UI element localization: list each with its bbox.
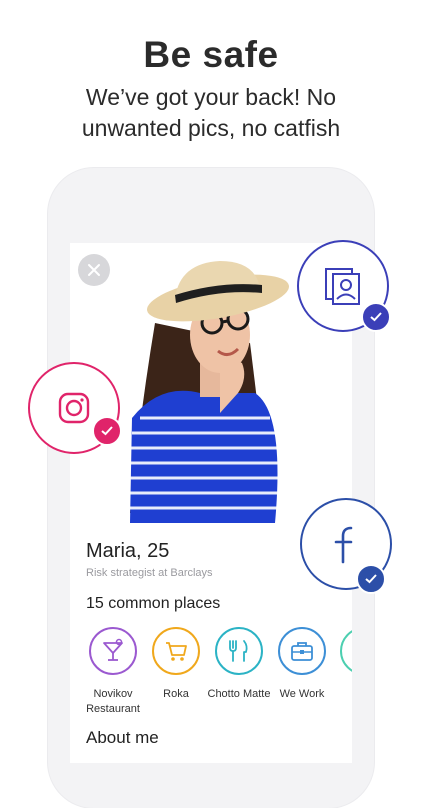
fork-knife-icon bbox=[229, 640, 248, 662]
close-button[interactable] bbox=[78, 254, 110, 286]
place-label-line1: Novikov bbox=[93, 688, 133, 700]
place-circle[interactable] bbox=[152, 627, 200, 675]
checkmark-icon bbox=[101, 426, 113, 436]
checkmark-icon bbox=[365, 574, 377, 584]
place-item-chotto-matte[interactable]: Chotto Matte bbox=[203, 627, 275, 702]
profile-card[interactable]: Maria, 25 Risk strategist at Barclays 15… bbox=[70, 243, 352, 763]
place-item-partial[interactable] bbox=[340, 627, 352, 675]
common-places-heading: 15 common places bbox=[86, 595, 221, 612]
about-me-heading: About me bbox=[86, 728, 159, 747]
facebook-verified-badge bbox=[300, 498, 392, 594]
place-circle[interactable] bbox=[215, 627, 263, 675]
place-circle[interactable] bbox=[340, 627, 352, 675]
page-subtitle: We’ve got your back! No unwanted pics, n… bbox=[0, 82, 422, 144]
subtitle-line-2: unwanted pics, no catfish bbox=[81, 115, 341, 141]
place-circle[interactable] bbox=[89, 627, 137, 675]
place-item-roka[interactable]: Roka bbox=[140, 627, 212, 702]
facebook-icon bbox=[334, 526, 353, 564]
place-item-novikov[interactable]: Novikov Restaurant bbox=[77, 627, 149, 717]
subtitle-line-1: We’ve got your back! No bbox=[85, 84, 337, 110]
instagram-icon bbox=[58, 392, 90, 424]
instagram-verified-badge bbox=[28, 362, 122, 454]
check-badge bbox=[92, 416, 122, 446]
place-label: Novikov Restaurant bbox=[77, 687, 149, 717]
profile-job: Risk strategist at Barclays bbox=[86, 567, 213, 579]
place-label-line2: Restaurant bbox=[86, 703, 140, 715]
check-badge bbox=[361, 302, 391, 332]
photo-verified-badge bbox=[297, 240, 391, 332]
page-title: Be safe bbox=[143, 34, 279, 75]
photo-id-icon bbox=[325, 268, 360, 305]
cocktail-icon bbox=[103, 638, 123, 661]
place-label: Roka bbox=[163, 688, 189, 700]
place-item-we-work[interactable]: We Work bbox=[266, 627, 338, 702]
check-badge bbox=[356, 564, 386, 594]
close-icon bbox=[88, 264, 100, 276]
place-circle[interactable] bbox=[278, 627, 326, 675]
shopping-cart-icon bbox=[166, 642, 187, 661]
briefcase-icon bbox=[291, 642, 313, 661]
place-label: Chotto Matte bbox=[207, 688, 271, 700]
profile-name: Maria, 25 bbox=[86, 540, 170, 562]
checkmark-icon bbox=[370, 312, 382, 322]
place-label: We Work bbox=[279, 688, 325, 700]
